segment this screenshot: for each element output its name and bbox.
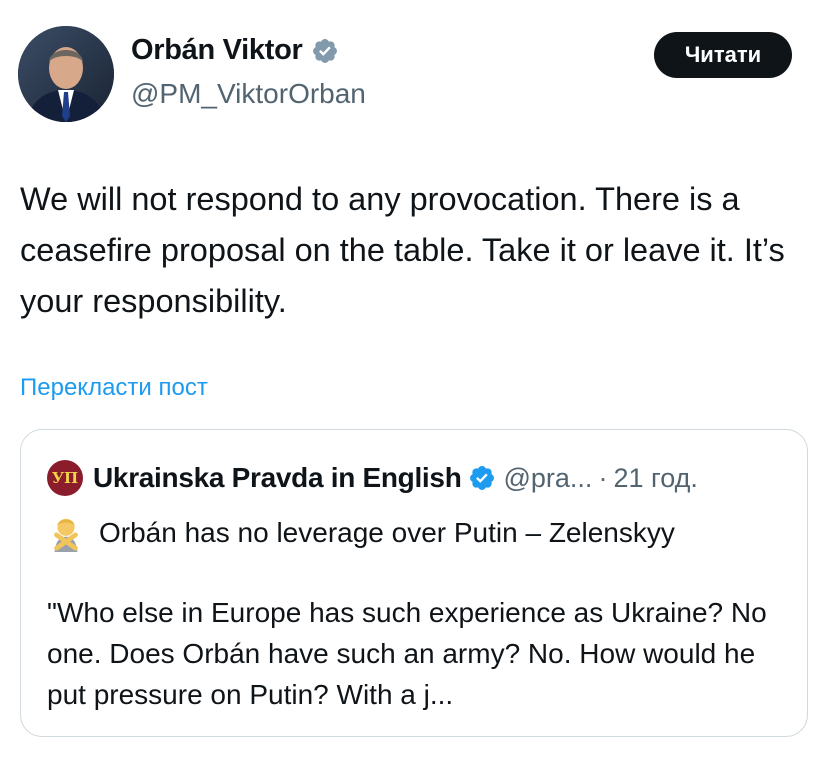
quoted-title-row: Orbán has no leverage over Putin – Zelen… bbox=[47, 514, 675, 552]
follow-button[interactable]: Читати bbox=[654, 32, 792, 78]
quoted-header: УП Ukrainska Pravda in English @pra... ·… bbox=[47, 460, 698, 496]
person-gesturing-no-icon bbox=[54, 518, 78, 552]
verified-badge-icon bbox=[312, 38, 337, 63]
quoted-logo-text: УП bbox=[51, 469, 79, 487]
tweet-text: We will not respond to any provocation. … bbox=[20, 181, 785, 319]
quoted-separator: · bbox=[598, 462, 608, 493]
quoted-timestamp[interactable]: 21 год. bbox=[613, 463, 697, 494]
author-name-row: Orbán Viktor bbox=[131, 34, 339, 67]
quoted-author-avatar[interactable]: УП bbox=[47, 460, 83, 496]
quoted-author-handle[interactable]: @pra... bbox=[504, 463, 593, 494]
quoted-body-text: "Who else in Europe has such experience … bbox=[47, 597, 767, 710]
author-avatar[interactable] bbox=[18, 26, 114, 122]
author-handle[interactable]: @PM_ViktorOrban bbox=[131, 78, 366, 110]
translate-post-link[interactable]: Перекласти пост bbox=[20, 374, 208, 402]
quoted-tweet-card[interactable]: УП Ukrainska Pravda in English @pra... ·… bbox=[20, 429, 808, 737]
verified-badge-icon bbox=[469, 466, 494, 490]
quoted-author-name[interactable]: Ukrainska Pravda in English bbox=[93, 462, 462, 494]
quoted-title: Orbán has no leverage over Putin – Zelen… bbox=[99, 517, 675, 548]
author-name[interactable]: Orbán Viktor bbox=[131, 34, 303, 67]
